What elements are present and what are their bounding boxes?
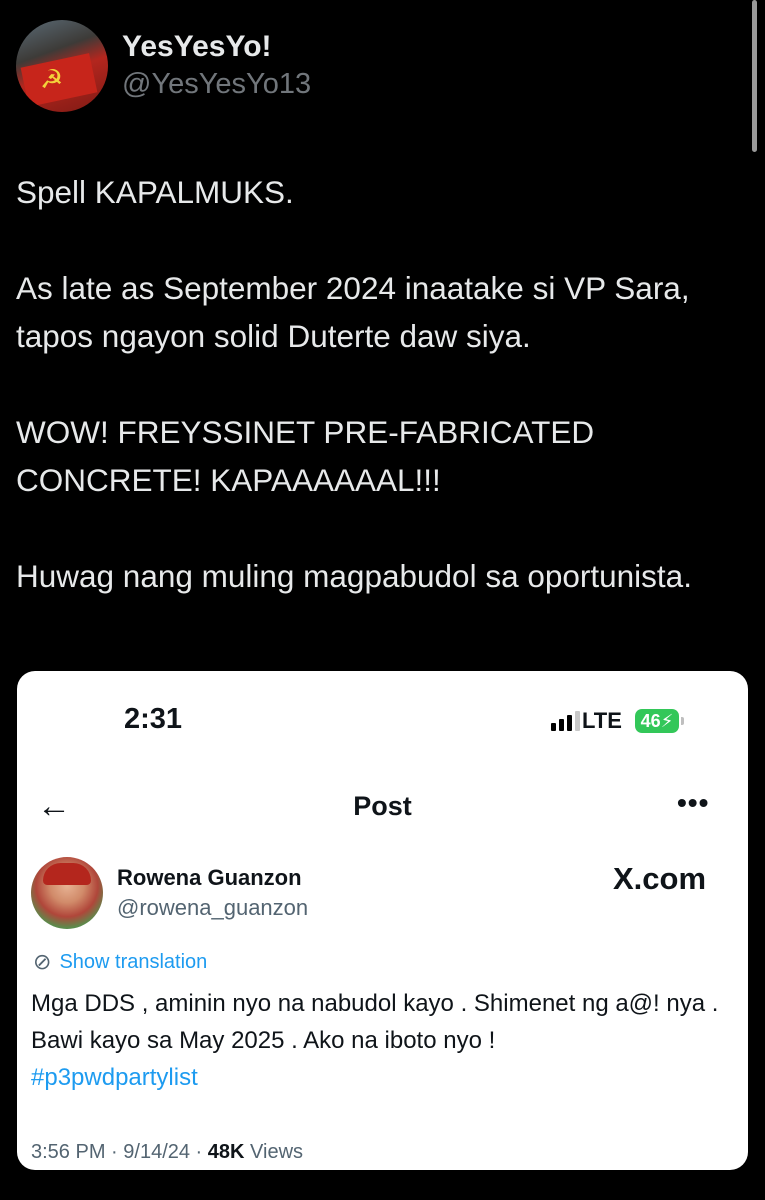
battery-icon: 46 ⚡ — [635, 709, 679, 733]
more-horizontal-icon[interactable]: ••• — [677, 787, 709, 819]
post-author-avatar[interactable] — [31, 857, 103, 929]
status-bar-time: 2:31 — [124, 703, 183, 735]
tweet-paragraph: Spell KAPALMUKS. — [16, 174, 294, 210]
network-label: LTE — [582, 708, 622, 733]
post-date[interactable]: 9/14/24 — [123, 1141, 190, 1163]
author-handle[interactable]: @YesYesYo13 — [122, 66, 311, 102]
views-count: 48K — [207, 1141, 245, 1163]
author-avatar[interactable]: ☭ — [16, 20, 108, 112]
tweet-paragraph: Huwag nang muling magpabudol sa oportuni… — [16, 558, 692, 594]
show-translation-link[interactable]: ⊘ Show translation — [33, 949, 207, 975]
post-header-title: Post — [353, 791, 412, 821]
embedded-screenshot[interactable]: 2:31 LTE 46 ⚡ ← Post ••• Rowena Guanzon @… — [17, 671, 748, 1170]
x-logo: X.com — [613, 861, 707, 896]
show-translation-label: Show translation — [59, 950, 208, 973]
post-author-name[interactable]: Rowena Guanzon — [117, 865, 302, 891]
post-meta: 3:56 PM · 9/14/24 · 48K Views — [31, 1141, 304, 1163]
battery-level: 46 — [640, 710, 661, 731]
tweet-paragraph: WOW! FREYSSINET PRE-FABRICATED CONCRETE!… — [16, 414, 595, 498]
tweet-text: Spell KAPALMUKS. As late as September 20… — [16, 168, 716, 648]
post-author-handle[interactable]: @rowena_guanzon — [117, 895, 308, 921]
tweet-paragraph: As late as September 2024 inaatake si VP… — [16, 270, 690, 354]
tweet-author[interactable]: ☭ YesYesYo! @YesYesYo13 — [16, 20, 311, 112]
post-text: Mga DDS , aminin nyo na nabudol kayo . S… — [31, 985, 731, 1096]
views-label: Views — [250, 1141, 304, 1163]
post-body: Mga DDS , aminin nyo na nabudol kayo . S… — [31, 990, 719, 1054]
globe-icon: ⊘ — [33, 949, 52, 974]
author-display-name[interactable]: YesYesYo! — [122, 30, 311, 64]
post-time[interactable]: 3:56 PM — [31, 1141, 105, 1163]
signal-icon — [551, 711, 580, 731]
scrollbar[interactable] — [752, 0, 757, 152]
hashtag-link[interactable]: #p3pwdpartylist — [31, 1059, 731, 1096]
